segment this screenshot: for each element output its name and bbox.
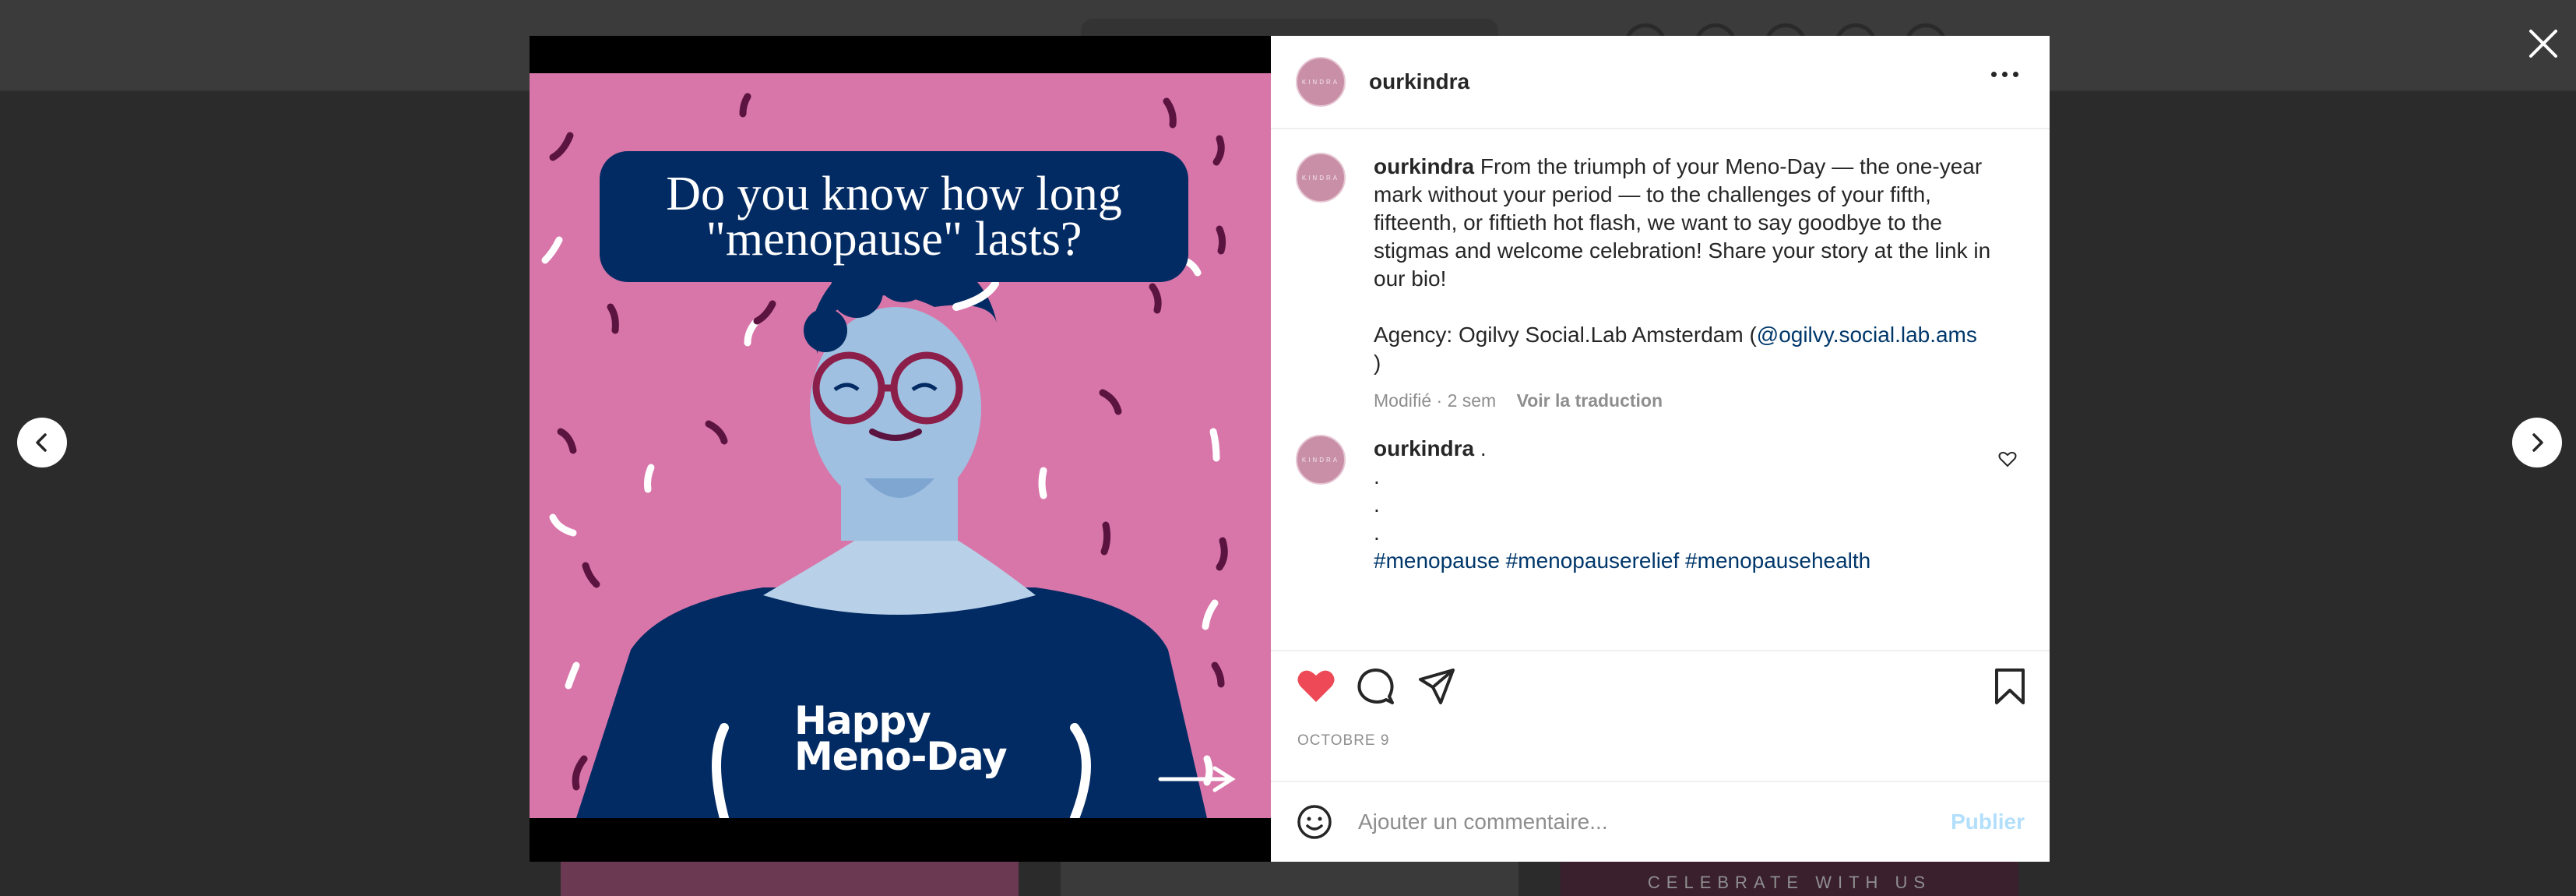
close-button[interactable] bbox=[2521, 22, 2565, 65]
publish-button[interactable]: Publier bbox=[1951, 810, 2025, 834]
comment-line: . bbox=[1374, 464, 1380, 489]
chevron-left-icon bbox=[36, 433, 47, 452]
next-post-button[interactable] bbox=[2512, 418, 2562, 467]
add-comment-bar: Publier bbox=[1271, 781, 2050, 862]
post-actions bbox=[1271, 650, 2050, 732]
agency-handle-link[interactable]: @ogilvy.social.lab.ams bbox=[1757, 323, 1977, 347]
more-options-button[interactable] bbox=[1991, 72, 2018, 77]
post-author-username[interactable]: ourkindra bbox=[1369, 69, 1469, 94]
comment-input[interactable] bbox=[1357, 809, 1905, 835]
close-icon bbox=[2529, 30, 2557, 58]
background-tile-caption: CELEBRATE WITH US bbox=[1647, 873, 1932, 892]
comment-like-icon[interactable] bbox=[1998, 450, 2017, 467]
post-caption: KINDRA ourkindra From the triumph of you… bbox=[1296, 153, 2025, 414]
bookmark-icon[interactable] bbox=[1994, 667, 2026, 706]
comment-username[interactable]: ourkindra bbox=[1374, 436, 1474, 460]
avatar[interactable]: KINDRA bbox=[1296, 153, 1346, 203]
comment-line: . bbox=[1374, 492, 1380, 517]
comment-icon[interactable] bbox=[1357, 667, 1395, 706]
avatar[interactable]: KINDRA bbox=[1296, 435, 1346, 485]
comment: KINDRA ourkindra . . . . #menopause #men… bbox=[1296, 435, 2025, 575]
avatar-logo-text: KINDRA bbox=[1301, 78, 1340, 86]
post-image: Do you know how long "menopause" lasts? … bbox=[530, 73, 1271, 818]
avatar-logo-text: KINDRA bbox=[1301, 174, 1340, 182]
see-translation-link[interactable]: Voir la traduction bbox=[1517, 390, 1663, 411]
more-icon bbox=[1991, 72, 1997, 77]
post-media[interactable]: Do you know how long "menopause" lasts? … bbox=[530, 36, 1271, 862]
comment-text: . bbox=[1480, 436, 1487, 460]
shirt-text: Happy Meno-Day bbox=[794, 698, 1008, 779]
agency-credit-close: ) bbox=[1374, 351, 1381, 375]
edited-timestamp: Modifié · 2 sem bbox=[1374, 390, 1497, 411]
comment-line: . bbox=[1374, 520, 1380, 545]
heart-icon[interactable] bbox=[1296, 667, 1336, 704]
agency-credit: Agency: Ogilvy Social.Lab Amsterdam ( bbox=[1374, 323, 1757, 347]
post-details-panel: KINDRA ourkindra KINDRA ourkindra From t… bbox=[1271, 36, 2050, 862]
previous-post-button[interactable] bbox=[17, 418, 67, 467]
post-header: KINDRA ourkindra bbox=[1271, 36, 2050, 129]
avatar-logo-text: KINDRA bbox=[1301, 456, 1340, 464]
chevron-right-icon bbox=[2532, 433, 2543, 452]
post-headline: Do you know how long "menopause" lasts? bbox=[666, 168, 1122, 266]
emoji-icon[interactable] bbox=[1296, 803, 1333, 841]
post-date: OCTOBRE 9 bbox=[1297, 732, 1390, 749]
more-icon-dot bbox=[2002, 72, 2008, 77]
comments-list[interactable]: KINDRA ourkindra From the triumph of you… bbox=[1271, 129, 2050, 650]
caption-username[interactable]: ourkindra bbox=[1374, 154, 1474, 178]
more-icon-dot bbox=[2013, 72, 2018, 77]
hashtags[interactable]: #menopause #menopauserelief #menopausehe… bbox=[1374, 547, 2004, 575]
headline-bubble: Do you know how long "menopause" lasts? bbox=[600, 151, 1188, 282]
share-icon[interactable] bbox=[1417, 667, 1456, 706]
post-modal: Do you know how long "menopause" lasts? … bbox=[530, 36, 2050, 862]
avatar[interactable]: KINDRA bbox=[1296, 57, 1346, 107]
